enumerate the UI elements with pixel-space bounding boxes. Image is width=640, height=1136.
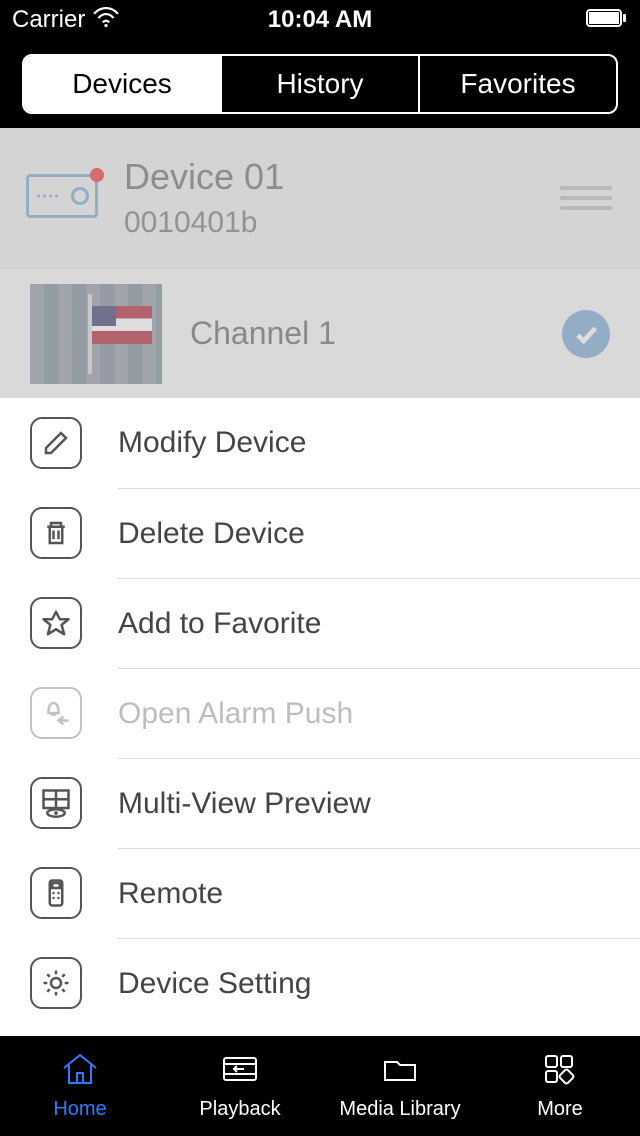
tab-label: Playback — [199, 1098, 280, 1121]
home-icon — [60, 1052, 100, 1092]
tab-devices[interactable]: Devices — [24, 56, 220, 112]
tab-label: Media Library — [339, 1098, 460, 1121]
channel-thumbnail — [30, 284, 162, 384]
device-section: Device 01 0010401b Channel 1 — [0, 128, 640, 398]
segmented-control: Devices History Favorites — [22, 54, 618, 114]
reorder-handle-icon[interactable] — [558, 186, 614, 210]
checkmark-icon — [562, 310, 610, 358]
tab-home[interactable]: Home — [0, 1036, 160, 1136]
folder-icon — [380, 1052, 420, 1092]
action-label: Open Alarm Push — [118, 668, 640, 758]
device-icon — [26, 174, 98, 222]
action-label: Add to Favorite — [118, 578, 640, 668]
action-sheet: Modify Device Delete Device Add to Favor… — [0, 398, 640, 1028]
tab-bar: Home Playback Media Library More — [0, 1036, 640, 1136]
action-label: Modify Device — [118, 398, 640, 488]
grid-icon — [540, 1052, 580, 1092]
channel-label: Channel 1 — [190, 315, 562, 352]
action-multiview-preview[interactable]: Multi-View Preview — [0, 758, 640, 848]
grid-eye-icon — [30, 777, 82, 829]
action-label: Device Setting — [118, 938, 640, 1028]
tab-favorites[interactable]: Favorites — [418, 56, 616, 112]
device-name: Device 01 — [124, 156, 558, 198]
device-id: 0010401b — [124, 206, 558, 240]
remote-icon — [30, 867, 82, 919]
alert-dot-icon — [90, 168, 104, 182]
action-label: Remote — [118, 848, 640, 938]
action-remote[interactable]: Remote — [0, 848, 640, 938]
tab-media-library[interactable]: Media Library — [320, 1036, 480, 1136]
segmented-bar: Devices History Favorites — [0, 40, 640, 128]
action-modify-device[interactable]: Modify Device — [0, 398, 640, 488]
tab-playback[interactable]: Playback — [160, 1036, 320, 1136]
action-label: Delete Device — [118, 488, 640, 578]
gear-icon — [30, 957, 82, 1009]
action-device-setting[interactable]: Device Setting — [0, 938, 640, 1028]
playback-icon — [220, 1052, 260, 1092]
status-bar: Carrier 10:04 AM — [0, 0, 640, 40]
action-delete-device[interactable]: Delete Device — [0, 488, 640, 578]
tab-label: More — [537, 1098, 583, 1121]
action-add-favorite[interactable]: Add to Favorite — [0, 578, 640, 668]
tab-history[interactable]: History — [220, 56, 418, 112]
action-label: Multi-View Preview — [118, 758, 640, 848]
tab-label: Home — [53, 1098, 106, 1121]
action-open-alarm-push: Open Alarm Push — [0, 668, 640, 758]
star-icon — [30, 597, 82, 649]
trash-icon — [30, 507, 82, 559]
tab-more[interactable]: More — [480, 1036, 640, 1136]
pencil-icon — [30, 417, 82, 469]
bell-arrow-icon — [30, 687, 82, 739]
device-row[interactable]: Device 01 0010401b — [0, 128, 640, 268]
clock: 10:04 AM — [0, 6, 640, 34]
channel-row[interactable]: Channel 1 — [0, 268, 640, 398]
